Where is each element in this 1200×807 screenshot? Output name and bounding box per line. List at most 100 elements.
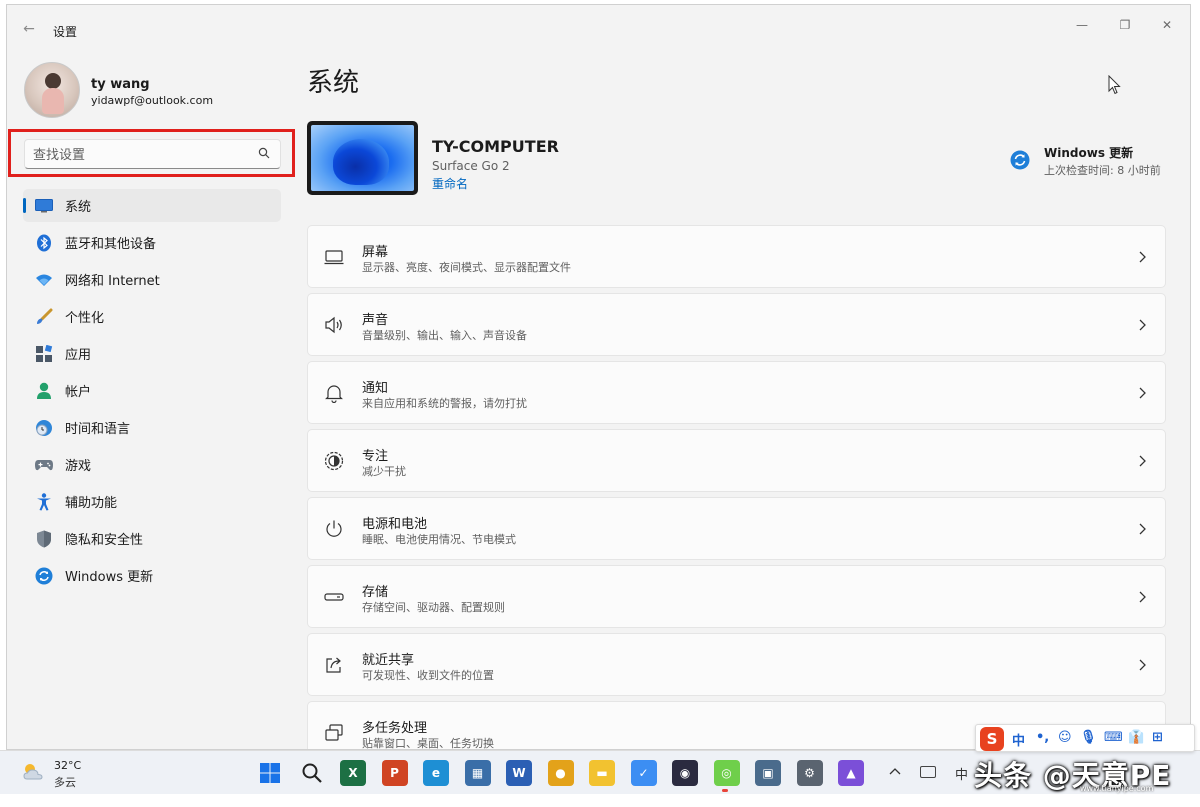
sidebar-item-apps[interactable]: 应用	[23, 337, 281, 370]
ime-punctuation[interactable]: •,	[1036, 730, 1049, 745]
start-icon[interactable]	[257, 760, 283, 786]
settings-window: ← 设置 — ❐ ✕ ty wang yidawpf@outlook.com 系…	[6, 4, 1191, 750]
wallpaper-bloom-shape	[333, 139, 389, 185]
file-explorer-icon[interactable]: ▬	[589, 760, 615, 786]
weather-cloudy-icon[interactable]	[21, 762, 45, 782]
ime-emoji-icon[interactable]: ☺	[1058, 730, 1072, 745]
sidebar-item-personalization[interactable]: 个性化	[23, 300, 281, 333]
gamepad-icon	[35, 456, 53, 474]
chrome-icon[interactable]: ●	[547, 760, 574, 786]
card-title: 屏幕	[362, 245, 389, 260]
windows-update-icon[interactable]	[1010, 150, 1030, 170]
firefox-icon[interactable]: ◉	[672, 760, 698, 786]
card-subtitle: 来自应用和系统的警报，请勿打扰	[362, 397, 527, 410]
search-input[interactable]	[33, 145, 253, 165]
wechat-icon[interactable]: ◎	[713, 760, 740, 786]
card-sound[interactable]: 声音 音量级别、输出、输入、声音设备	[307, 293, 1166, 356]
search-icon[interactable]	[258, 147, 270, 159]
sidebar-item-network[interactable]: 网络和 Internet	[23, 263, 281, 296]
card-storage[interactable]: 存储 存储空间、驱动器、配置规则	[307, 565, 1166, 628]
sidebar-item-accounts[interactable]: 帐户	[23, 374, 281, 407]
ime-toolbox-icon[interactable]: ⊞	[1152, 730, 1163, 745]
card-subtitle: 存储空间、驱动器、配置规则	[362, 601, 505, 614]
ime-indicator[interactable]: 中	[955, 764, 968, 783]
bell-icon	[325, 385, 343, 403]
sidebar-item-windows-update[interactable]: Windows 更新	[23, 559, 281, 592]
user-name: ty wang	[91, 77, 150, 92]
keyboard-icon[interactable]	[920, 766, 936, 778]
chevron-right-icon	[1139, 591, 1146, 603]
close-button[interactable]: ✕	[1152, 13, 1182, 37]
app-title: 设置	[53, 25, 78, 39]
settings-icon[interactable]: ⚙	[796, 760, 823, 786]
powerpoint-icon[interactable]: P	[381, 760, 408, 786]
power-icon	[326, 520, 342, 537]
chevron-right-icon	[1139, 387, 1146, 399]
device-wallpaper	[311, 125, 414, 191]
storage-icon	[324, 593, 344, 601]
multitask-icon	[325, 724, 343, 741]
media-icon[interactable]: ▲	[838, 760, 864, 786]
chevron-up-icon[interactable]	[888, 765, 902, 779]
search-icon[interactable]	[298, 760, 325, 786]
sidebar-item-label: 系统	[65, 200, 92, 215]
page-title: 系统	[307, 68, 360, 98]
share-icon	[326, 657, 341, 673]
search-box[interactable]	[24, 139, 281, 169]
running-indicator	[722, 789, 728, 792]
shield-icon	[35, 530, 53, 548]
sync-icon	[35, 567, 53, 585]
sidebar-item-system[interactable]: 系统	[23, 189, 281, 222]
sidebar-item-label: 个性化	[65, 311, 105, 326]
card-display[interactable]: 屏幕 显示器、亮度、夜间模式、显示器配置文件	[307, 225, 1166, 288]
watermark-sub: www.tianyipe.com	[1080, 784, 1154, 793]
sidebar-item-privacy[interactable]: 隐私和安全性	[23, 522, 281, 555]
sidebar-item-accessibility[interactable]: 辅助功能	[23, 485, 281, 518]
excel-icon[interactable]: X	[340, 760, 366, 786]
device-thumbnail	[307, 121, 418, 195]
minimize-button[interactable]: —	[1067, 13, 1097, 37]
card-nearby-sharing[interactable]: 就近共享 可发现性、收到文件的位置	[307, 633, 1166, 696]
brush-icon	[35, 308, 53, 326]
chevron-right-icon	[1139, 659, 1146, 671]
settings-card-list: 屏幕 显示器、亮度、夜间模式、显示器配置文件 声音 音量级别、输出、输入、声音设…	[307, 225, 1166, 750]
weather-description[interactable]: 多云	[54, 774, 76, 790]
remote-desktop-icon[interactable]: ▣	[755, 760, 781, 786]
sidebar-item-label: 游戏	[65, 459, 92, 474]
sidebar-item-label: 隐私和安全性	[65, 533, 144, 548]
card-subtitle: 贴靠窗口、桌面、任务切换	[362, 737, 494, 750]
sidebar-nav: 系统 蓝牙和其他设备 网络和 Internet 个性化 应用 帐户 时间和语言 …	[23, 189, 281, 596]
ime-keyboard-icon[interactable]: ⌨	[1104, 730, 1123, 745]
word-icon[interactable]: W	[506, 760, 532, 786]
card-title: 存储	[362, 585, 389, 600]
edge-icon[interactable]: e	[423, 760, 449, 786]
avatar[interactable]	[24, 62, 80, 118]
card-power-battery[interactable]: 电源和电池 睡眠、电池使用情况、节电模式	[307, 497, 1166, 560]
feishu-icon[interactable]: ✓	[630, 760, 657, 786]
ime-chinese-mode[interactable]: 中	[1012, 730, 1025, 749]
user-email: yidawpf@outlook.com	[91, 94, 214, 107]
card-notifications[interactable]: 通知 来自应用和系统的警报，请勿打扰	[307, 361, 1166, 424]
sidebar-item-label: 网络和 Internet	[65, 274, 160, 289]
sidebar-item-gaming[interactable]: 游戏	[23, 448, 281, 481]
rename-link[interactable]: 重命名	[432, 175, 468, 192]
store-icon[interactable]: ▦	[464, 760, 491, 786]
sogou-logo-icon[interactable]: S	[980, 727, 1004, 751]
accessibility-icon	[35, 492, 53, 511]
weather-temperature[interactable]: 32°C	[54, 759, 81, 772]
back-button[interactable]: ←	[19, 19, 39, 39]
sidebar-item-bluetooth[interactable]: 蓝牙和其他设备	[23, 226, 281, 259]
windows-update-title[interactable]: Windows 更新	[1044, 144, 1133, 161]
globe-clock-icon	[35, 419, 53, 437]
card-focus[interactable]: 专注 减少干扰	[307, 429, 1166, 492]
card-subtitle: 显示器、亮度、夜间模式、显示器配置文件	[362, 261, 571, 274]
maximize-button[interactable]: ❐	[1110, 13, 1140, 37]
sidebar-item-time-language[interactable]: 时间和语言	[23, 411, 281, 444]
ime-skin-icon[interactable]: 👔	[1128, 730, 1144, 745]
sidebar-item-label: Windows 更新	[65, 570, 154, 585]
chevron-right-icon	[1139, 455, 1146, 467]
ime-toolbar: S 中 •, ☺ 🎙 ⌨ 👔 ⊞	[975, 724, 1195, 752]
account-icon	[35, 382, 53, 400]
sidebar-item-label: 应用	[65, 348, 92, 363]
ime-microphone-icon[interactable]: 🎙	[1080, 730, 1097, 745]
